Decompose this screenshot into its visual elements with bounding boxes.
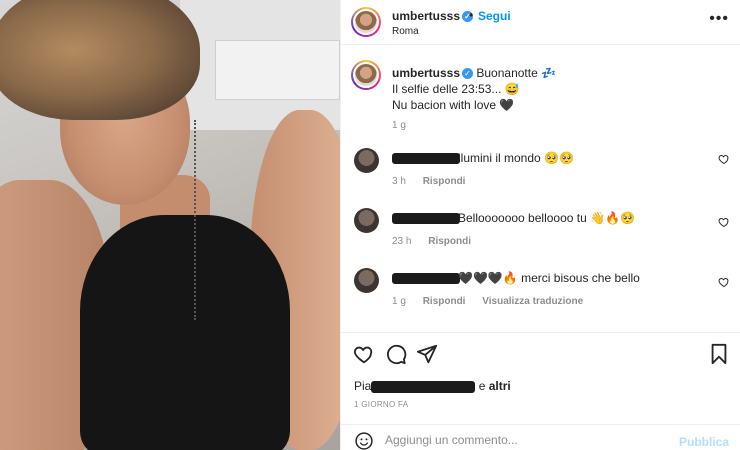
comment-time[interactable]: 23 h [392,236,411,247]
post-photo[interactable] [0,0,340,450]
photo-background-cabinet [215,40,340,100]
share-paper-plane-icon[interactable] [416,343,438,365]
likes-summary[interactable]: Pia e altri [354,379,511,393]
comment-meta: 1 g Rispondi Visualizza traduzione [392,296,597,307]
comment-meta: 3 h Rispondi [392,176,479,187]
commenter-avatar[interactable] [354,268,379,293]
like-comment-heart-icon[interactable] [718,276,730,288]
comment-text: Bellooooooo belloooo tu 👋🔥🥺 [392,211,635,225]
comment-item: 🖤🖤🖤🔥 merci bisous che bello 1 g Rispondi… [341,268,740,318]
author-username[interactable]: umbertusss ✓ [392,9,474,23]
verified-badge-icon: ✓ [462,68,474,80]
redacted-username [392,273,460,285]
likes-others[interactable]: altri [489,379,511,393]
post-date[interactable]: 1 GIORNO FA [354,400,408,409]
reply-button[interactable]: Rispondi [423,296,466,307]
comment-bubble-icon[interactable] [385,343,407,365]
caption-username[interactable]: umbertusss [392,66,460,80]
caption-text: umbertusss ✓ Buonanotte 💤 Il selfie delle… [392,65,722,113]
redacted-username [392,213,460,225]
comment-time[interactable]: 1 g [392,296,406,307]
reply-button[interactable]: Rispondi [423,176,466,187]
author-avatar[interactable] [351,7,381,37]
like-heart-icon[interactable] [353,343,375,365]
commenter-avatar[interactable] [354,208,379,233]
comment-meta: 23 h Rispondi [392,236,485,247]
comment-text: llumini il mondo 🥺🥺 [392,151,574,165]
header-separator: • [469,8,474,22]
redacted-liker-name [371,380,476,393]
translate-button[interactable]: Visualizza traduzione [482,296,583,307]
commenter-avatar[interactable] [354,148,379,173]
comment-input[interactable] [385,431,675,449]
reply-button[interactable]: Rispondi [428,236,471,247]
caption-line-3: Nu bacion with love 🖤 [392,98,515,112]
caption-time[interactable]: 1 g [392,120,406,131]
caption-line-1: Buonanotte 💤 [476,66,557,80]
emoji-smiley-icon[interactable] [354,431,374,450]
redacted-username [392,153,460,165]
post-header: umbertusss ✓ • Segui Roma ••• [341,0,740,45]
instagram-post-view: umbertusss ✓ • Segui Roma ••• umbertusss ✓… [0,0,740,450]
save-bookmark-icon[interactable] [708,343,730,365]
photo-chain [180,120,196,320]
post-side-panel: umbertusss ✓ • Segui Roma ••• umbertusss ✓… [340,0,740,450]
caption-author-avatar[interactable] [351,60,381,90]
publish-button[interactable]: Pubblica [679,435,729,449]
caption-line-2: Il selfie delle 23:53... 😅 [392,82,520,96]
more-options-icon[interactable]: ••• [709,10,729,28]
comment-item: Bellooooooo belloooo tu 👋🔥🥺 23 h Rispond… [341,208,740,258]
photo-hair [0,0,200,120]
comment-time[interactable]: 3 h [392,176,406,187]
follow-button[interactable]: Segui [478,9,511,23]
comment-text: 🖤🖤🖤🔥 merci bisous che bello [392,271,640,285]
like-comment-heart-icon[interactable] [718,216,730,228]
add-comment-bar: Pubblica [341,424,740,450]
location-link[interactable]: Roma [392,26,419,37]
like-comment-heart-icon[interactable] [718,153,730,165]
comment-item: llumini il mondo 🥺🥺 3 h Rispondi [341,148,740,198]
